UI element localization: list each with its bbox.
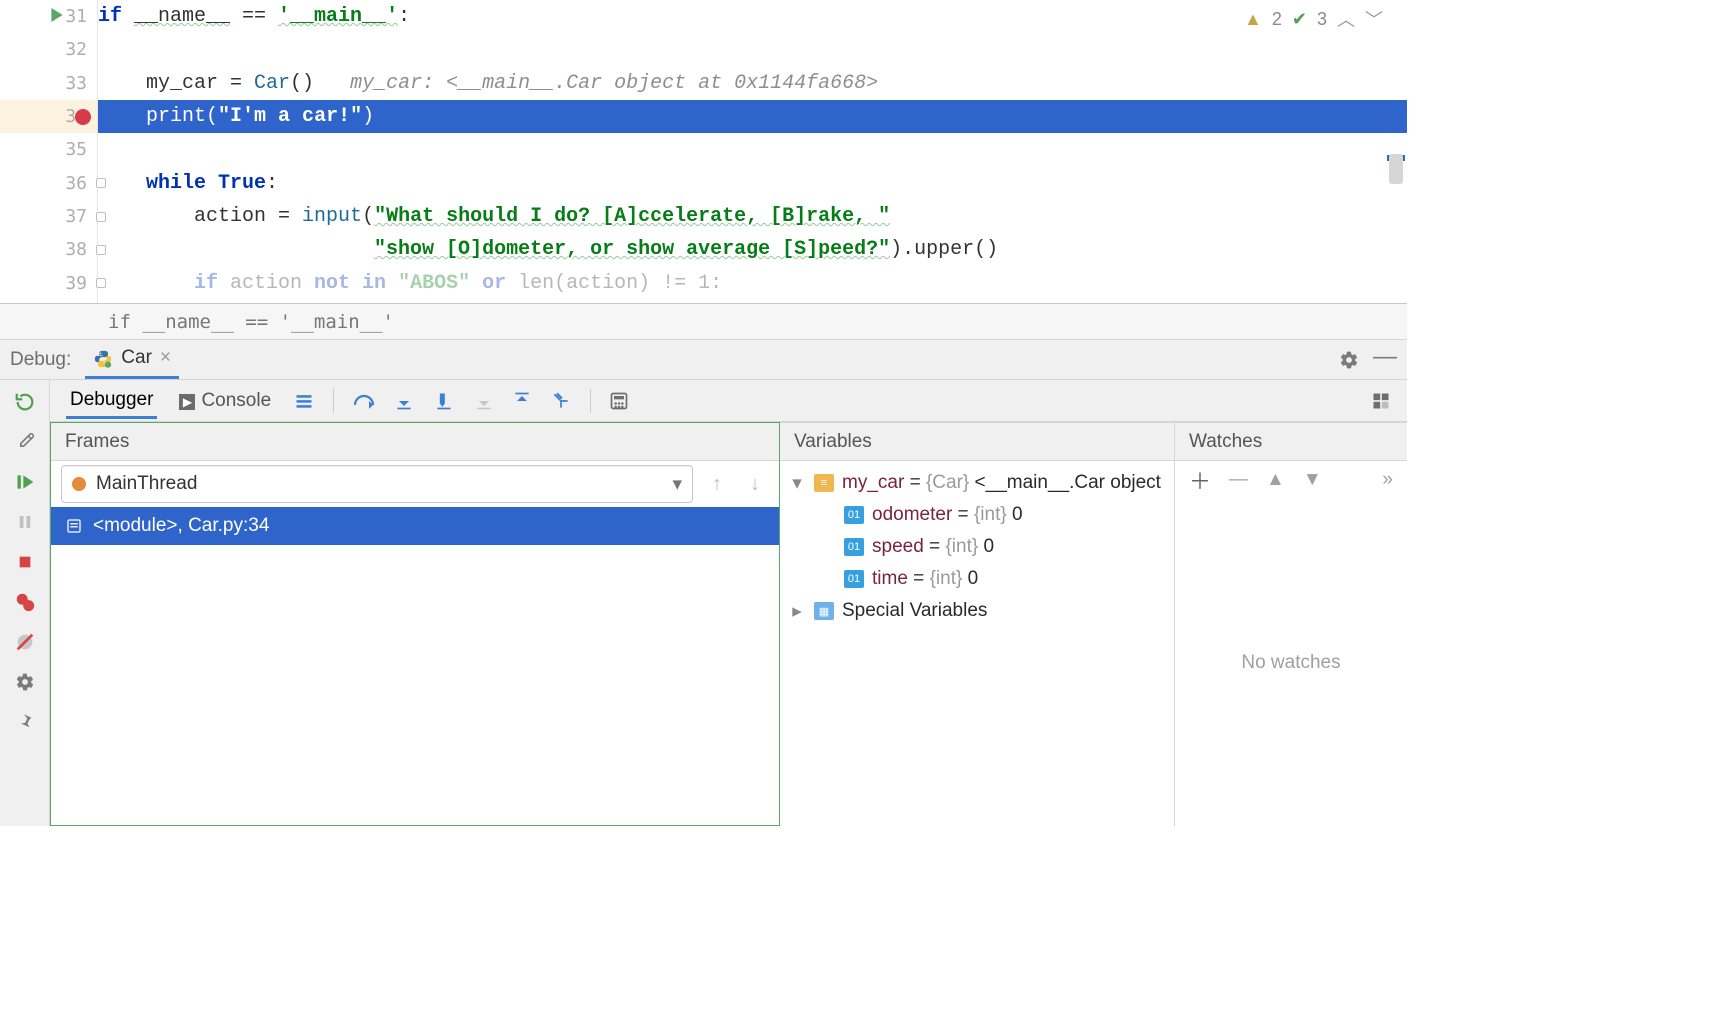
run-to-cursor-icon[interactable] <box>550 391 572 411</box>
debug-side-toolbar <box>0 380 50 826</box>
gutter-line: 38 <box>0 233 97 266</box>
move-watch-up-icon[interactable]: ▲ <box>1266 469 1285 491</box>
ok-count: 3 <box>1317 9 1327 30</box>
code-column[interactable]: if __name__ == '__main__': my_car = Car(… <box>98 0 1407 303</box>
gutter-line: 36 <box>0 166 97 199</box>
evaluate-expression-icon[interactable] <box>609 391 629 411</box>
int-var-icon: 01 <box>844 570 864 588</box>
close-tab-icon[interactable]: × <box>160 347 171 369</box>
console-tab-icon: ▶ <box>179 394 195 410</box>
gutter-line: 39 <box>0 266 97 299</box>
warning-count: 2 <box>1272 9 1282 30</box>
variables-panel: Variables ▾ ≡ my_car = {Car} <__main__.C… <box>780 422 1175 826</box>
resume-icon[interactable] <box>11 468 39 496</box>
next-frame-icon[interactable]: ↓ <box>741 473 769 496</box>
prev-frame-icon[interactable]: ↑ <box>703 473 731 496</box>
view-breakpoints-icon[interactable] <box>11 588 39 616</box>
stack-frame-item[interactable]: <module>, Car.py:34 <box>51 507 779 545</box>
thread-name: MainThread <box>96 473 197 495</box>
breakpoint-icon[interactable] <box>75 109 91 125</box>
object-var-icon: ≡ <box>814 474 834 492</box>
thread-selector[interactable]: MainThread ▾ <box>61 465 693 503</box>
debug-settings-icon[interactable] <box>11 668 39 696</box>
current-execution-line: print("I'm a car!") <box>98 100 1407 133</box>
debug-stepper-toolbar: Debugger ▶Console <box>50 380 1407 422</box>
remove-watch-icon[interactable]: — <box>1229 469 1248 491</box>
layout-settings-icon[interactable] <box>1371 391 1391 411</box>
force-step-into-icon[interactable] <box>474 391 494 411</box>
frames-panel-header: Frames <box>51 423 779 461</box>
frame-icon <box>65 517 83 535</box>
variable-row[interactable]: 01 odometer = {int} 0 <box>788 499 1166 531</box>
code-editor[interactable]: 31 32 33 34 35 36 37 38 39 if __name__ =… <box>0 0 1407 304</box>
editor-gutter: 31 32 33 34 35 36 37 38 39 <box>0 0 98 303</box>
thread-dump-icon[interactable] <box>293 391 315 411</box>
rerun-icon[interactable] <box>11 388 39 416</box>
variable-row[interactable]: 01 time = {int} 0 <box>788 563 1166 595</box>
breadcrumb-item[interactable]: if __name__ == '__main__' <box>108 311 394 333</box>
variable-row[interactable]: ▾ ≡ my_car = {Car} <__main__.Car object <box>788 467 1166 499</box>
debug-label: Debug: <box>10 349 71 371</box>
move-watch-down-icon[interactable]: ▼ <box>1303 469 1322 491</box>
ok-icon: ✔ <box>1292 9 1307 30</box>
gutter-line: 34 <box>0 100 97 133</box>
gutter-line: 33 <box>0 67 97 100</box>
next-highlight-icon[interactable]: ﹀ <box>1365 6 1383 32</box>
step-into-icon[interactable] <box>394 391 414 411</box>
watches-more-icon[interactable]: » <box>1382 469 1393 491</box>
step-into-my-code-icon[interactable] <box>432 391 456 411</box>
watches-empty-text: No watches <box>1175 499 1407 826</box>
watches-panel: Watches ＋ — ▲ ▼ » No watches <box>1175 422 1407 826</box>
prev-highlight-icon[interactable]: ︿ <box>1337 6 1355 32</box>
stop-icon[interactable] <box>11 548 39 576</box>
inline-hint: my_car: <__main__.Car object at 0x1144fa… <box>350 72 878 95</box>
scrollbar-thumb[interactable] <box>1389 154 1403 184</box>
tab-debugger[interactable]: Debugger <box>66 383 157 419</box>
mute-breakpoints-icon[interactable] <box>11 628 39 656</box>
tool-settings-icon[interactable] <box>1339 350 1359 370</box>
debug-config-name: Car <box>121 347 152 369</box>
special-var-icon: ▦ <box>814 602 834 620</box>
gutter-line: 31 <box>0 0 97 33</box>
thread-status-icon <box>72 477 86 491</box>
stack-frame-label: <module>, Car.py:34 <box>93 515 269 537</box>
watches-panel-header: Watches <box>1175 423 1407 461</box>
pin-tab-icon[interactable] <box>11 708 39 736</box>
debug-tool-window-header: Debug: Car × — <box>0 340 1407 380</box>
modify-run-config-icon[interactable] <box>11 428 39 456</box>
watches-toolbar: ＋ — ▲ ▼ » <box>1175 461 1407 499</box>
expand-icon[interactable]: ▸ <box>788 600 806 623</box>
expand-icon[interactable]: ▾ <box>788 472 806 495</box>
dropdown-caret-icon: ▾ <box>672 473 682 496</box>
debug-config-tab[interactable]: Car × <box>85 340 179 379</box>
gutter-line: 35 <box>0 133 97 166</box>
run-gutter-icon[interactable] <box>50 8 64 22</box>
variable-row[interactable]: 01 speed = {int} 0 <box>788 531 1166 563</box>
frames-panel: Frames MainThread ▾ ↑ ↓ <module>, Car.py… <box>50 422 780 826</box>
step-out-icon[interactable] <box>512 391 532 411</box>
python-icon <box>93 348 113 368</box>
add-watch-icon[interactable]: ＋ <box>1189 464 1211 496</box>
pause-icon[interactable] <box>11 508 39 536</box>
warning-icon: ▲ <box>1244 9 1262 30</box>
variables-panel-header: Variables <box>780 423 1174 461</box>
tab-console[interactable]: ▶Console <box>175 384 275 417</box>
inspections-widget[interactable]: ▲ 2 ✔ 3 ︿ ﹀ <box>1244 6 1383 32</box>
variable-row[interactable]: ▸ ▦ Special Variables <box>788 595 1166 627</box>
breadcrumb[interactable]: if __name__ == '__main__' <box>0 304 1407 340</box>
step-over-icon[interactable] <box>352 391 376 411</box>
int-var-icon: 01 <box>844 506 864 524</box>
hide-tool-window-icon[interactable]: — <box>1373 350 1397 370</box>
gutter-line: 37 <box>0 200 97 233</box>
gutter-line: 32 <box>0 33 97 66</box>
int-var-icon: 01 <box>844 538 864 556</box>
